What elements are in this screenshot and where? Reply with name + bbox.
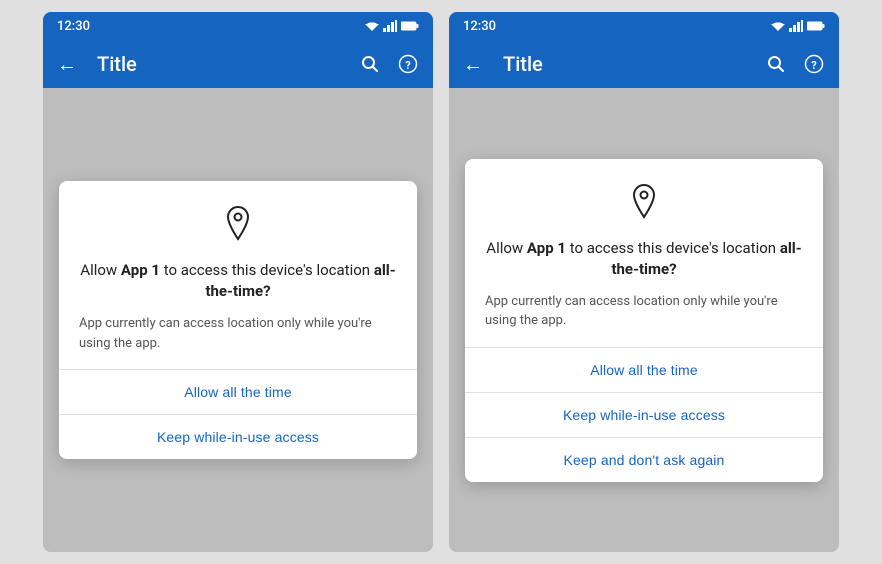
dialog-icon-2 — [485, 183, 803, 226]
battery-icon-2 — [807, 21, 825, 31]
allow-all-time-btn-2[interactable]: Allow all the time — [465, 348, 823, 393]
app-bar-1: ← Title ? — [43, 40, 433, 88]
keep-dont-ask-btn-2[interactable]: Keep and don't ask again — [465, 438, 823, 482]
help-icon-1[interactable]: ? — [397, 53, 419, 75]
status-time-2: 12:30 — [463, 19, 496, 34]
battery-icon-1 — [401, 21, 419, 31]
app-bar-title-2: Title — [503, 52, 745, 76]
app-bar-title-1: Title — [97, 52, 339, 76]
status-bar-2: 12:30 — [449, 12, 839, 40]
search-icon-2[interactable] — [765, 53, 787, 75]
app-bar-icons-2: ? — [765, 53, 825, 75]
back-button-1[interactable]: ← — [57, 52, 77, 77]
keep-while-in-use-btn-2[interactable]: Keep while-in-use access — [465, 393, 823, 438]
status-icons-1 — [365, 20, 419, 32]
search-icon-1[interactable] — [359, 53, 381, 75]
wifi-icon-2 — [771, 20, 785, 32]
dialog-actions-1: Allow all the time Keep while-in-use acc… — [59, 369, 417, 459]
dialog-2: Allow App 1 to access this device's loca… — [465, 159, 823, 482]
allow-all-time-btn-1[interactable]: Allow all the time — [59, 370, 417, 415]
phone-frame-2: 12:30 ← Title — [449, 12, 839, 552]
dialog-message-2: App currently can access location only w… — [485, 292, 803, 331]
content-area-1: Allow App 1 to access this device's loca… — [43, 88, 433, 552]
dialog-actions-2: Allow all the time Keep while-in-use acc… — [465, 347, 823, 482]
status-time-1: 12:30 — [57, 19, 90, 34]
signal-icon-1 — [383, 20, 397, 32]
status-icons-2 — [771, 20, 825, 32]
phone-frame-1: 12:30 ← Title — [43, 12, 433, 552]
dialog-title-1: Allow App 1 to access this device's loca… — [79, 260, 397, 302]
app-bar-icons-1: ? — [359, 53, 419, 75]
svg-text:?: ? — [405, 59, 411, 72]
dialog-1: Allow App 1 to access this device's loca… — [59, 181, 417, 459]
help-icon-2[interactable]: ? — [803, 53, 825, 75]
app-bar-2: ← Title ? — [449, 40, 839, 88]
back-button-2[interactable]: ← — [463, 52, 483, 77]
status-bar-1: 12:30 — [43, 12, 433, 40]
dialog-body-2: Allow App 1 to access this device's loca… — [465, 159, 823, 347]
svg-text:?: ? — [811, 59, 817, 72]
dialog-message-1: App currently can access location only w… — [79, 314, 397, 353]
content-area-2: Allow App 1 to access this device's loca… — [449, 88, 839, 552]
dialog-icon-1 — [79, 205, 397, 248]
wifi-icon-1 — [365, 20, 379, 32]
dialog-title-2: Allow App 1 to access this device's loca… — [485, 238, 803, 280]
dialog-body-1: Allow App 1 to access this device's loca… — [59, 181, 417, 369]
signal-icon-2 — [789, 20, 803, 32]
keep-while-in-use-btn-1[interactable]: Keep while-in-use access — [59, 415, 417, 459]
